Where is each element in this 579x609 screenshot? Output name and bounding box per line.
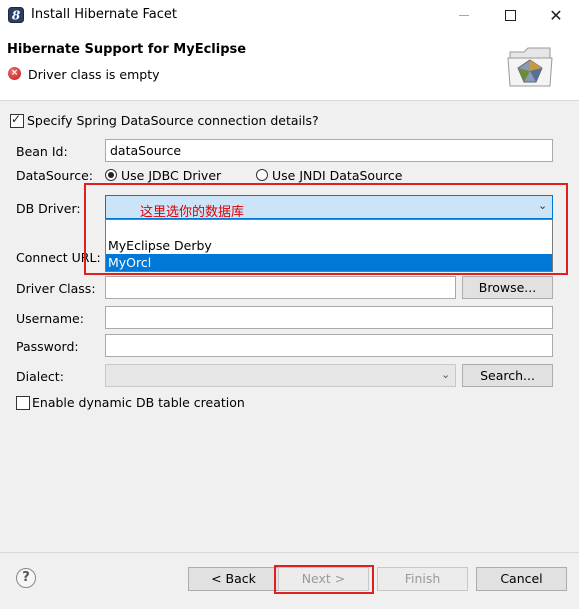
datasource-label: DataSource:: [16, 168, 93, 183]
error-icon: ×: [8, 67, 21, 80]
driver-class-field[interactable]: [105, 276, 456, 299]
bean-id-field[interactable]: dataSource: [105, 139, 553, 162]
db-driver-label: DB Driver:: [16, 201, 81, 216]
annotation-highlight-box: [274, 565, 374, 594]
maximize-button[interactable]: [487, 0, 533, 30]
dialect-select[interactable]: [105, 364, 456, 387]
password-label: Password:: [16, 339, 79, 354]
password-field[interactable]: [105, 334, 553, 357]
jndi-datasource-radio[interactable]: [256, 169, 268, 181]
maximize-icon: [504, 9, 516, 21]
close-button[interactable]: ✕: [533, 0, 579, 30]
driver-class-label: Driver Class:: [16, 281, 96, 296]
svg-text:8: 8: [12, 9, 21, 23]
dynamic-table-checkbox[interactable]: [16, 396, 30, 410]
browse-button[interactable]: Browse...: [462, 276, 553, 299]
footer-divider: [0, 552, 579, 553]
back-button[interactable]: < Back: [188, 567, 279, 591]
page-title: Hibernate Support for MyEclipse: [7, 42, 247, 57]
finish-button[interactable]: Finish: [377, 567, 468, 591]
username-field[interactable]: [105, 306, 553, 329]
cancel-button[interactable]: Cancel: [476, 567, 567, 591]
spring-datasource-checkbox[interactable]: [10, 112, 24, 128]
window-title: Install Hibernate Facet: [31, 7, 177, 22]
minimize-icon: [459, 14, 469, 16]
wizard-folder-icon: [504, 40, 556, 92]
spring-datasource-label: Specify Spring DataSource connection det…: [27, 113, 319, 128]
help-icon[interactable]: ?: [16, 568, 36, 588]
jdbc-driver-label: Use JDBC Driver: [121, 168, 222, 183]
dynamic-table-label: Enable dynamic DB table creation: [32, 395, 245, 410]
close-icon: ✕: [549, 5, 563, 25]
annotation-highlight-box: [84, 183, 568, 275]
username-label: Username:: [16, 311, 84, 326]
bean-id-label: Bean Id:: [16, 144, 68, 159]
wizard-header: [0, 30, 579, 101]
search-button[interactable]: Search...: [462, 364, 553, 387]
jdbc-driver-radio[interactable]: [105, 169, 117, 181]
dialect-label: Dialect:: [16, 369, 64, 384]
jndi-datasource-label: Use JNDI DataSource: [272, 168, 403, 183]
chevron-down-icon[interactable]: ⌄: [441, 368, 450, 381]
myeclipse-logo-icon: 8: [8, 7, 24, 23]
error-message: Driver class is empty: [28, 67, 160, 82]
minimize-button[interactable]: [441, 0, 487, 30]
